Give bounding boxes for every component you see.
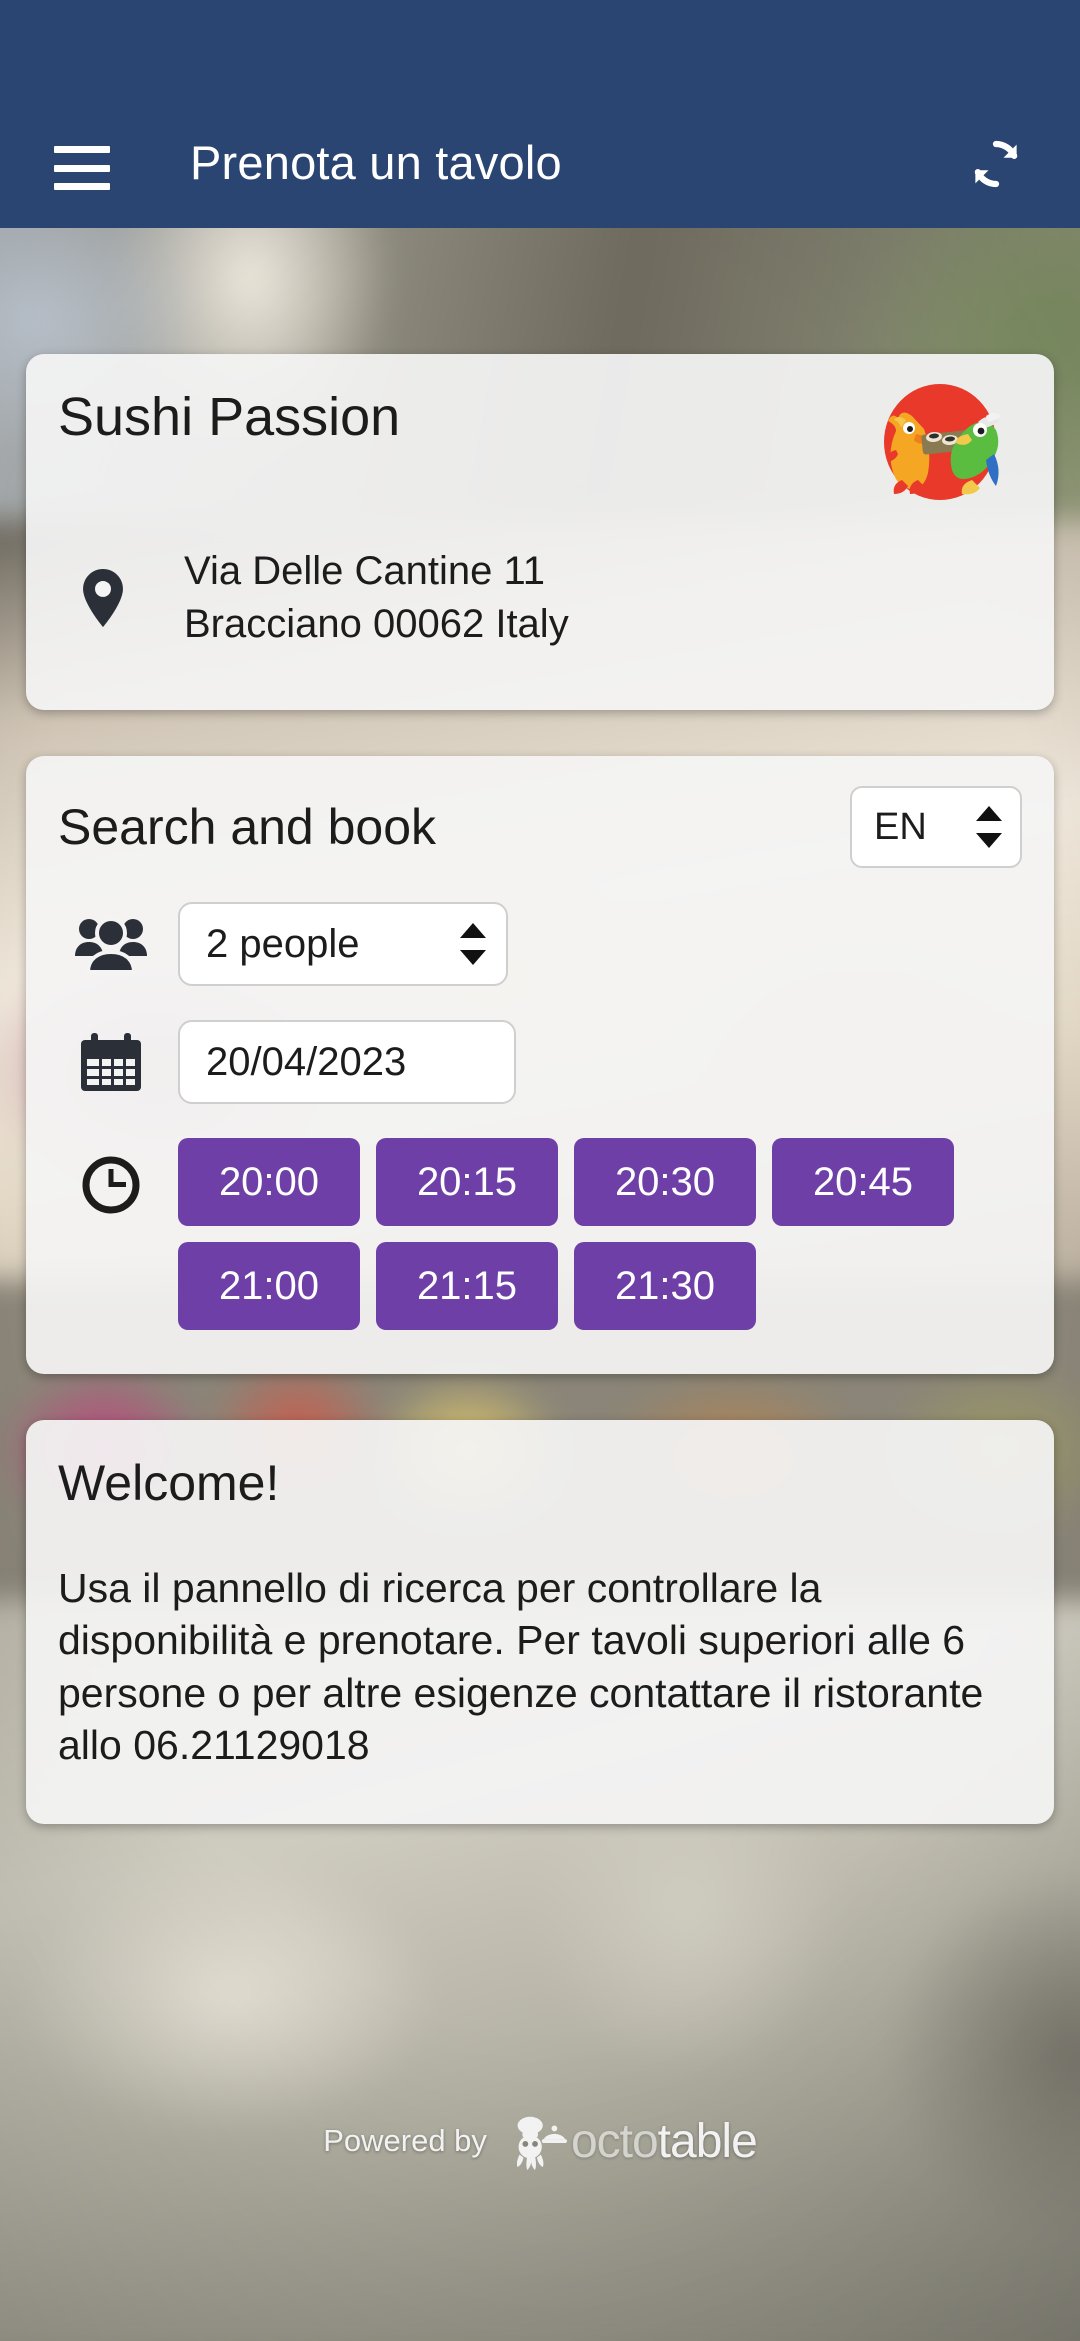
- date-value: 20/04/2023: [206, 1039, 407, 1084]
- map-pin-icon: [80, 569, 126, 628]
- page-title: Prenota un tavolo: [190, 136, 562, 189]
- spinner-arrows-icon: [460, 923, 486, 965]
- language-value: EN: [874, 805, 927, 848]
- time-slots-row: 20:00 20:15 20:30 20:45 21:00 21:15 21:3…: [58, 1138, 1022, 1330]
- octotable-word-octo: octo: [570, 2114, 659, 2168]
- party-size-select[interactable]: 2 people: [178, 902, 508, 986]
- party-size-row: 2 people: [58, 902, 1022, 986]
- page-content: Sushi Passion Via Delle Cantine 11 Bracc…: [0, 228, 1080, 1824]
- time-slot-button[interactable]: 21:15: [376, 1242, 558, 1330]
- welcome-body: Usa il pannello di ricerca per controlla…: [58, 1565, 984, 1769]
- address-line-1: Via Delle Cantine 11: [184, 549, 545, 594]
- parrot-sushi-logo: [862, 376, 1012, 511]
- time-slot-button[interactable]: 21:30: [574, 1242, 756, 1330]
- date-row: 20/04/2023: [58, 1020, 1022, 1104]
- hamburger-menu-icon[interactable]: [54, 146, 110, 190]
- clock-icon: [72, 1150, 150, 1220]
- octotable-logo[interactable]: octotable: [505, 2110, 758, 2172]
- date-input[interactable]: 20/04/2023: [178, 1020, 516, 1104]
- time-slot-button[interactable]: 20:30: [574, 1138, 756, 1226]
- calendar-icon: [72, 1027, 150, 1097]
- time-slot-grid: 20:00 20:15 20:30 20:45 21:00 21:15 21:3…: [178, 1138, 1018, 1330]
- welcome-title: Welcome!: [58, 1455, 280, 1511]
- footer: Powered by octotable: [0, 2110, 1080, 2172]
- time-slot-button[interactable]: 20:45: [772, 1138, 954, 1226]
- party-size-value: 2 people: [206, 921, 360, 966]
- powered-by-label: Powered by: [323, 2123, 487, 2158]
- search-card-header: Search and book EN: [58, 786, 1022, 868]
- restaurant-card: Sushi Passion Via Delle Cantine 11 Bracc…: [26, 354, 1054, 710]
- address-line-2: Bracciano 00062 Italy: [184, 602, 569, 647]
- time-slot-button[interactable]: 20:00: [178, 1138, 360, 1226]
- spinner-arrows-icon: [976, 806, 1002, 848]
- octotable-word-table: table: [657, 2114, 758, 2168]
- welcome-card: Welcome! Usa il pannello di ricerca per …: [26, 1420, 1054, 1824]
- address-text: Via Delle Cantine 11 Bracciano 00062 Ita…: [184, 545, 569, 651]
- language-select[interactable]: EN: [850, 786, 1022, 868]
- restaurant-address: Via Delle Cantine 11 Bracciano 00062 Ita…: [58, 545, 1022, 651]
- time-slot-button[interactable]: 20:15: [376, 1138, 558, 1226]
- refresh-sync-icon[interactable]: [966, 134, 1026, 194]
- people-group-icon: [72, 909, 150, 979]
- search-and-book-card: Search and book EN 2 people 20/04/2023 2…: [26, 756, 1054, 1374]
- octotable-wordmark: octotable: [570, 2114, 758, 2169]
- search-title: Search and book: [58, 799, 437, 855]
- app-bar: Prenota un tavolo: [0, 0, 1080, 228]
- time-slot-button[interactable]: 21:00: [178, 1242, 360, 1330]
- octopus-chef-icon: [505, 2110, 567, 2172]
- app-root: Prenota un tavolo Sushi Passion Via Dell…: [0, 0, 1080, 2341]
